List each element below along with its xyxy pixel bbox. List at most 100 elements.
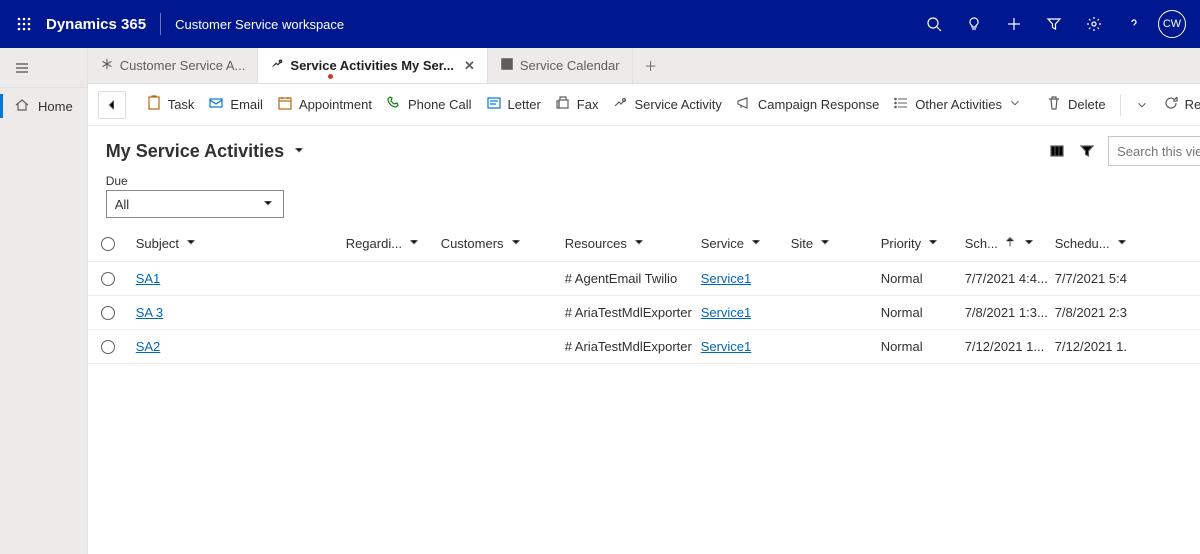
- divider: [160, 13, 161, 35]
- col-customers[interactable]: Customers: [433, 235, 557, 252]
- search-box[interactable]: [1108, 136, 1200, 166]
- cmd-label: Service Activity: [634, 97, 721, 112]
- tab-service-activities[interactable]: Service Activities My Ser... ✕: [258, 48, 487, 83]
- select-all-cell[interactable]: [88, 237, 128, 251]
- resources-cell: # AgentEmail Twilio: [557, 271, 693, 286]
- search-input[interactable]: [1108, 136, 1200, 166]
- cmd-label: Other Activities: [915, 97, 1002, 112]
- col-site[interactable]: Site: [783, 235, 873, 252]
- col-priority[interactable]: Priority: [873, 235, 957, 252]
- nav-item-home[interactable]: Home: [0, 88, 87, 124]
- chevron-down-icon: [749, 235, 763, 252]
- col-resources[interactable]: Resources: [557, 235, 693, 252]
- help-icon[interactable]: [1114, 0, 1154, 48]
- scheduled-end-cell: 7/12/2021 1...: [1047, 339, 1127, 354]
- filter-icon[interactable]: [1072, 136, 1102, 166]
- scheduled-end-cell: 7/7/2021 5:4...: [1047, 271, 1127, 286]
- chevron-down-icon: [407, 235, 421, 252]
- brand-label[interactable]: Dynamics 365: [46, 16, 146, 33]
- col-label: Service: [701, 236, 744, 251]
- user-avatar[interactable]: CW: [1158, 10, 1186, 38]
- subject-link[interactable]: SA1: [136, 271, 161, 286]
- cmd-label: Task: [168, 97, 195, 112]
- chevron-down-icon: [261, 196, 275, 213]
- separator: [1120, 94, 1121, 116]
- fax-icon: [555, 95, 571, 114]
- filter-icon[interactable]: [1034, 0, 1074, 48]
- col-label: Customers: [441, 236, 504, 251]
- cmd-task[interactable]: Task: [146, 95, 195, 114]
- subject-link[interactable]: SA2: [136, 339, 161, 354]
- unsaved-indicator: [328, 74, 333, 79]
- service-link[interactable]: Service1: [701, 339, 752, 354]
- cmd-campaign-response[interactable]: Campaign Response: [736, 95, 879, 114]
- cmd-appointment[interactable]: Appointment: [277, 95, 372, 114]
- chevron-down-icon: [1022, 235, 1036, 252]
- col-scheduled-end[interactable]: Schedu...: [1047, 235, 1127, 252]
- cmd-delete[interactable]: Delete: [1046, 95, 1106, 114]
- email-icon: [208, 95, 224, 114]
- cmd-phone-call[interactable]: Phone Call: [386, 95, 472, 114]
- tab-service-calendar[interactable]: Service Calendar: [488, 48, 633, 83]
- due-dropdown[interactable]: All: [106, 190, 284, 218]
- cmd-service-activity[interactable]: Service Activity: [612, 95, 721, 114]
- subject-link[interactable]: SA 3: [136, 305, 163, 320]
- cmd-label: Letter: [508, 97, 541, 112]
- new-icon[interactable]: [994, 0, 1034, 48]
- asterisk-icon: [100, 57, 114, 74]
- edit-columns-icon[interactable]: [1042, 136, 1072, 166]
- service-activity-icon: [612, 95, 628, 114]
- campaign-icon: [736, 95, 752, 114]
- letter-icon: [486, 95, 502, 114]
- col-scheduled-start[interactable]: Sch...: [957, 235, 1047, 252]
- col-regarding[interactable]: Regardi...: [338, 235, 433, 252]
- radio-icon: [101, 237, 115, 251]
- global-navbar: Dynamics 365 Customer Service workspace …: [0, 0, 1200, 48]
- due-label: Due: [106, 174, 1200, 188]
- back-button[interactable]: [98, 91, 126, 119]
- calendar-icon: [277, 95, 293, 114]
- assistant-icon[interactable]: [954, 0, 994, 48]
- col-label: Resources: [565, 236, 627, 251]
- dropdown-value: All: [115, 197, 129, 212]
- view-picker[interactable]: My Service Activities: [106, 141, 306, 162]
- scheduled-start-cell: 7/12/2021 1...: [957, 339, 1047, 354]
- task-icon: [146, 95, 162, 114]
- cmd-label: Refresh: [1185, 97, 1200, 112]
- cmd-label: Appointment: [299, 97, 372, 112]
- service-link[interactable]: Service1: [701, 305, 752, 320]
- row-selector[interactable]: [88, 272, 128, 286]
- col-label: Subject: [136, 236, 179, 251]
- cmd-letter[interactable]: Letter: [486, 95, 541, 114]
- tab-strip: Customer Service A... Service Activities…: [88, 48, 1200, 84]
- service-link[interactable]: Service1: [701, 271, 752, 286]
- menu-toggle-icon[interactable]: [0, 48, 87, 88]
- resources-cell: # AriaTestMdlExporter: [557, 339, 693, 354]
- add-tab-button[interactable]: ＋: [633, 48, 669, 83]
- col-subject[interactable]: Subject: [128, 235, 338, 252]
- cmd-other-activities[interactable]: Other Activities: [893, 95, 1018, 114]
- row-selector[interactable]: [88, 340, 128, 354]
- settings-icon[interactable]: [1074, 0, 1114, 48]
- app-launcher-icon[interactable]: [8, 8, 40, 40]
- col-service[interactable]: Service: [693, 235, 783, 252]
- table-row[interactable]: SA2# AriaTestMdlExporterService1Normal7/…: [88, 330, 1200, 364]
- app-name[interactable]: Customer Service workspace: [175, 17, 344, 32]
- row-selector[interactable]: [88, 306, 128, 320]
- tab-customer-service-agent[interactable]: Customer Service A...: [88, 48, 259, 83]
- cmd-refresh[interactable]: Refresh: [1163, 95, 1200, 114]
- cmd-fax[interactable]: Fax: [555, 95, 599, 114]
- chevron-down-icon: [1115, 235, 1127, 252]
- trash-icon: [1046, 95, 1062, 114]
- chevron-down-icon: [184, 235, 198, 252]
- table-row[interactable]: SA1# AgentEmail TwilioService1Normal7/7/…: [88, 262, 1200, 296]
- cmd-email[interactable]: Email: [208, 95, 263, 114]
- cmd-delete-split[interactable]: [1135, 98, 1149, 112]
- scheduled-start-cell: 7/8/2021 1:3...: [957, 305, 1047, 320]
- close-tab-icon[interactable]: ✕: [464, 58, 475, 74]
- col-label: Priority: [881, 236, 921, 251]
- table-row[interactable]: SA 3# AriaTestMdlExporterService1Normal7…: [88, 296, 1200, 330]
- search-icon[interactable]: [914, 0, 954, 48]
- radio-icon: [101, 272, 115, 286]
- home-icon: [14, 97, 30, 116]
